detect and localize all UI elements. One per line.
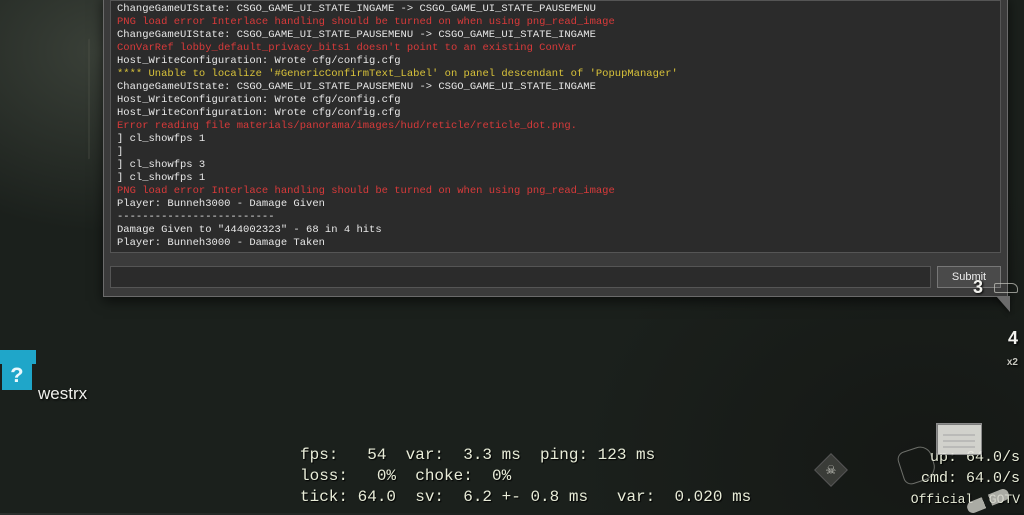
console-line: PNG load error Interlace handling should… <box>117 185 994 198</box>
console-line: ] cl_showfps 1 <box>117 172 994 185</box>
developer-console: ChangeGameUIState: CSGO_GAME_UI_STATE_IN… <box>103 0 1008 297</box>
player-tag-name: westrx <box>38 384 87 404</box>
player-tag-mark: ? <box>10 364 23 389</box>
hud-count-a-value: 3 <box>973 277 983 297</box>
netgraph-stats: fps: 54 var: 3.3 ms ping: 123 ms loss: 0… <box>300 424 751 508</box>
netgraph-row-loss: loss: 0% choke: 0% <box>300 467 511 485</box>
console-line: **** Unable to localize '#GenericConfirm… <box>117 68 994 81</box>
console-line: ------------------------- <box>117 250 994 253</box>
console-line: ------------------------- <box>117 211 994 224</box>
console-line: Error reading file materials/panorama/im… <box>117 120 994 133</box>
console-line: ChangeGameUIState: CSGO_GAME_UI_STATE_PA… <box>117 29 994 42</box>
hud-count-b-mult: x2 <box>1007 357 1018 368</box>
console-line: Host_WriteConfiguration: Wrote cfg/confi… <box>117 94 994 107</box>
console-line: Player: Bunneh3000 - Damage Given <box>117 198 994 211</box>
console-line: PNG load error Interlace handling should… <box>117 16 994 29</box>
console-line: Player: Bunneh3000 - Damage Taken <box>117 237 994 250</box>
hud-count-b-value: 4 <box>1008 328 1018 348</box>
hud-count-b: 4 x2 <box>968 328 1018 370</box>
hud-bandwidth-card-icon <box>936 423 982 455</box>
hud-ammo-panel: 3 4 x2 <box>968 277 1018 400</box>
console-line: ConVarRef lobby_default_privacy_bits1 do… <box>117 42 994 55</box>
console-line: ] cl_showfps 3 <box>117 159 994 172</box>
player-tag-icon: ? <box>2 362 32 390</box>
netgraph-cmd: cmd: 64.0/s <box>921 470 1020 487</box>
console-input[interactable] <box>110 266 931 288</box>
console-input-row: Submit <box>110 266 1001 288</box>
console-line: Host_WriteConfiguration: Wrote cfg/confi… <box>117 55 994 68</box>
netgraph-row-fps: fps: 54 var: 3.3 ms ping: 123 ms <box>300 446 655 464</box>
console-output[interactable]: ChangeGameUIState: CSGO_GAME_UI_STATE_IN… <box>110 0 1001 253</box>
bullet-icon <box>994 283 1018 293</box>
console-line: ] <box>117 146 994 159</box>
background-geometry <box>0 39 90 192</box>
console-line: Damage Given to "444002323" - 68 in 4 hi… <box>117 224 994 237</box>
console-line: ] cl_showfps 1 <box>117 133 994 146</box>
netgraph-row-tick: tick: 64.0 sv: 6.2 +- 0.8 ms var: 0.020 … <box>300 488 751 506</box>
console-line: ChangeGameUIState: CSGO_GAME_UI_STATE_PA… <box>117 81 994 94</box>
console-line: ChangeGameUIState: CSGO_GAME_UI_STATE_IN… <box>117 3 994 16</box>
console-line: Host_WriteConfiguration: Wrote cfg/confi… <box>117 107 994 120</box>
hud-count-a: 3 <box>968 277 1018 298</box>
